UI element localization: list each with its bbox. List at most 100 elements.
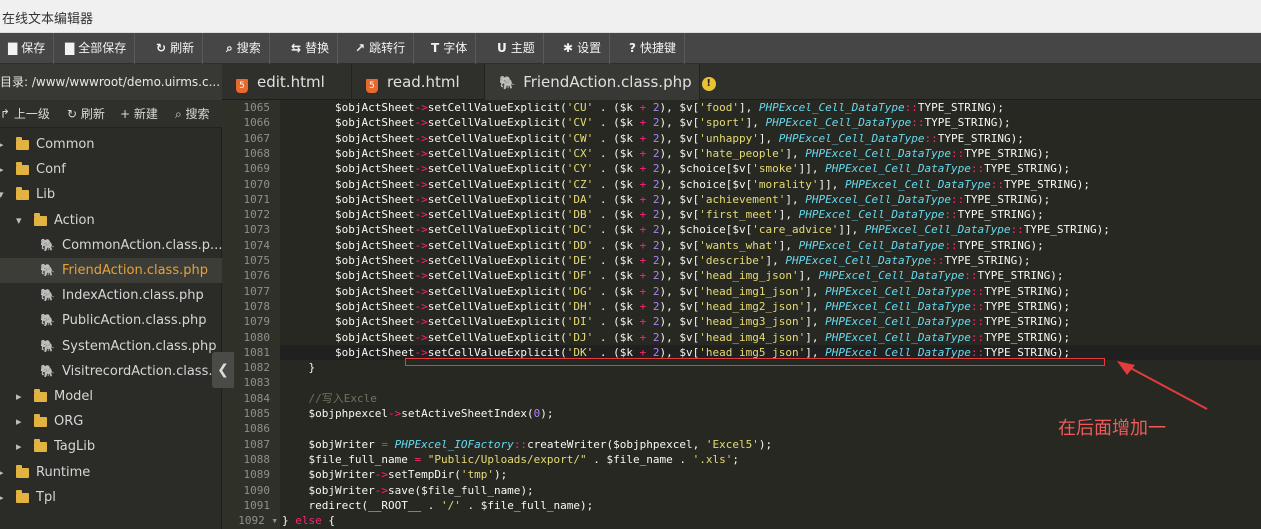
toolbar-button-label: 跳转行 <box>369 41 406 55</box>
line-number: 1088 <box>243 452 271 466</box>
folder-label: Action <box>54 212 95 228</box>
chevron-right-icon[interactable]: ▸ <box>0 132 4 157</box>
toolbar-button-font[interactable]: T 字体 <box>423 33 477 64</box>
file-item[interactable]: 🐘 CommonAction.class.p... <box>0 233 222 258</box>
folder-label: Runtime <box>36 464 91 480</box>
folder-item[interactable]: ▸ Common <box>0 132 222 157</box>
line-number: 1089 <box>243 468 271 482</box>
code-line[interactable]: $objActSheet->setCellValueExplicit('DH' … <box>282 299 1261 314</box>
toolbar-button-save[interactable]: ▇ 保存 <box>0 33 55 64</box>
line-number: 1070 <box>243 177 271 191</box>
save-icon: ▇ <box>8 41 18 55</box>
folder-icon <box>16 162 29 176</box>
toolbar-button-settings-gear[interactable]: ✱ 设置 <box>555 33 611 64</box>
code-line[interactable]: redirect(__ROOT__ . '/' . $file_full_nam… <box>282 498 1261 513</box>
line-number: 1069 <box>243 162 271 176</box>
code-line[interactable]: $objActSheet->setCellValueExplicit('DI' … <box>282 314 1261 329</box>
sidebar-action-search[interactable]: ⌕ 搜索 <box>175 100 210 128</box>
folder-item[interactable]: ▸ Conf <box>0 157 222 182</box>
tab-label: read.html <box>387 73 460 91</box>
code-line[interactable]: $objActSheet->setCellValueExplicit('DB' … <box>282 207 1261 222</box>
file-label: FriendAction.class.php <box>62 263 208 278</box>
code-line[interactable]: $objActSheet->setCellValueExplicit('DE' … <box>282 253 1261 268</box>
html5-icon: 5 <box>236 79 248 93</box>
sidebar-action-plus[interactable]: + 新建 <box>120 100 158 128</box>
toolbar-button-label: 搜索 <box>236 41 261 55</box>
code-line[interactable]: $objWriter->save($file_full_name); <box>282 483 1261 498</box>
folder-icon <box>34 414 47 428</box>
chevron-right-icon[interactable]: ▸ <box>0 485 4 510</box>
file-item[interactable]: 🐘 SystemAction.class.php <box>0 334 222 359</box>
code-line[interactable]: $objActSheet->setCellValueExplicit('DF' … <box>282 268 1261 283</box>
toolbar-button-label: 快捷键 <box>639 41 676 55</box>
folder-item[interactable]: ▸ ORG <box>0 409 222 434</box>
chevron-right-icon[interactable]: ▸ <box>0 460 4 485</box>
chevron-right-icon[interactable]: ▸ <box>16 384 22 409</box>
code-line[interactable]: $objActSheet->setCellValueExplicit('DD' … <box>282 238 1261 253</box>
code-line[interactable]: $objActSheet->setCellValueExplicit('DG' … <box>282 284 1261 299</box>
code-line[interactable]: $objActSheet->setCellValueExplicit('DA' … <box>282 192 1261 207</box>
code-line[interactable]: $objActSheet->setCellValueExplicit('CZ' … <box>282 177 1261 192</box>
chevron-right-icon[interactable]: ▸ <box>16 409 22 434</box>
folder-item[interactable]: ▸ Model <box>0 384 222 409</box>
code-line[interactable]: $objActSheet->setCellValueExplicit('CY' … <box>282 161 1261 176</box>
tab-edit[interactable]: 5 edit.html <box>222 64 352 100</box>
sidebar-action-label: 上一级 <box>13 107 50 121</box>
folder-item[interactable]: ▸ TagLib <box>0 434 222 459</box>
sidebar-action-arrow-up[interactable]: ↱ 上一级 <box>0 100 50 128</box>
chevron-down-icon[interactable]: ▾ <box>0 182 4 207</box>
sidebar-action-refresh[interactable]: ↻ 刷新 <box>67 100 105 128</box>
toolbar-button-goto-line[interactable]: ↗ 跳转行 <box>347 33 415 64</box>
file-item[interactable]: 🐘 VisitrecordAction.class.... <box>0 359 225 384</box>
code-line[interactable]: $file_full_name = "Public/Uploads/export… <box>282 452 1261 467</box>
file-label: SystemAction.class.php <box>62 338 217 354</box>
folder-item[interactable]: ▾ Lib <box>0 182 222 207</box>
sidebar-collapse-button[interactable]: ❮ <box>212 352 234 388</box>
toolbar-button-refresh[interactable]: ↻ 刷新 <box>148 33 204 64</box>
code-line[interactable]: $objActSheet->setCellValueExplicit('CU' … <box>282 100 1261 115</box>
code-line[interactable]: } else { <box>282 513 1261 528</box>
toolbar-button-theme[interactable]: U 主题 <box>489 33 544 64</box>
goto-line-icon: ↗ <box>355 41 366 55</box>
folder-item[interactable]: ▸ Runtime <box>0 460 222 485</box>
file-item[interactable]: 🐘 FriendAction.class.php <box>0 258 222 283</box>
toolbar-button-save-all[interactable]: ▇ 全部保存 <box>57 33 136 64</box>
line-number: 1073 <box>243 223 271 237</box>
line-number: 1076 <box>243 269 271 283</box>
tab-read[interactable]: 5 read.html <box>352 64 485 100</box>
line-number: 1086 <box>243 422 271 436</box>
toolbar-button-replace[interactable]: ⇆ 替换 <box>283 33 339 64</box>
code-line[interactable]: $objActSheet->setCellValueExplicit('CV' … <box>282 115 1261 130</box>
chevron-down-icon[interactable]: ▾ <box>16 208 22 233</box>
php-file-icon: 🐘 <box>40 313 55 328</box>
line-number: 1067 <box>243 131 271 145</box>
toolbar-button-help[interactable]: ? 快捷键 <box>621 33 685 64</box>
save-all-icon: ▇ <box>65 41 75 55</box>
file-item[interactable]: 🐘 IndexAction.class.php <box>0 283 222 308</box>
code-line[interactable]: $objActSheet->setCellValueExplicit('DC' … <box>282 222 1261 237</box>
folder-label: Tpl <box>36 489 56 505</box>
code-editor[interactable]: 1065 $objActSheet->setCellValueExplicit(… <box>222 100 1261 529</box>
folder-label: ORG <box>54 414 84 430</box>
toolbar-button-search[interactable]: ⌕ 搜索 <box>218 33 270 64</box>
sidebar-actions: ↱ 上一级 ↻ 刷新 + 新建 ⌕ 搜索 <box>0 100 222 128</box>
chevron-right-icon[interactable]: ▸ <box>0 157 4 182</box>
chevron-right-icon[interactable]: ▸ <box>16 434 22 459</box>
editor-tabs: 5 edit.html 5 read.html 🐘 FriendAction.class.… <box>222 64 1261 100</box>
code-line[interactable]: $objWriter->setTempDir('tmp'); <box>282 467 1261 482</box>
folder-item[interactable]: ▾ Action <box>0 208 222 233</box>
folder-item[interactable]: ▸ Tpl <box>0 485 222 510</box>
folder-icon <box>16 464 29 478</box>
line-number: 1065 <box>243 101 271 114</box>
refresh-icon: ↻ <box>156 41 167 55</box>
code-line[interactable]: $objActSheet->setCellValueExplicit('CW' … <box>282 131 1261 146</box>
html5-icon: 5 <box>366 79 378 93</box>
settings-gear-icon: ✱ <box>563 41 574 55</box>
code-line[interactable]: $objActSheet->setCellValueExplicit('DJ' … <box>282 330 1261 345</box>
sidebar-action-label: 搜索 <box>185 107 210 121</box>
sidebar-action-label: 新建 <box>133 107 158 121</box>
code-line[interactable]: $objActSheet->setCellValueExplicit('CX' … <box>282 146 1261 161</box>
tab-friendaction[interactable]: 🐘 FriendAction.class.php! <box>485 64 716 100</box>
file-item[interactable]: 🐘 PublicAction.class.php <box>0 308 222 333</box>
folder-label: Lib <box>36 187 56 203</box>
